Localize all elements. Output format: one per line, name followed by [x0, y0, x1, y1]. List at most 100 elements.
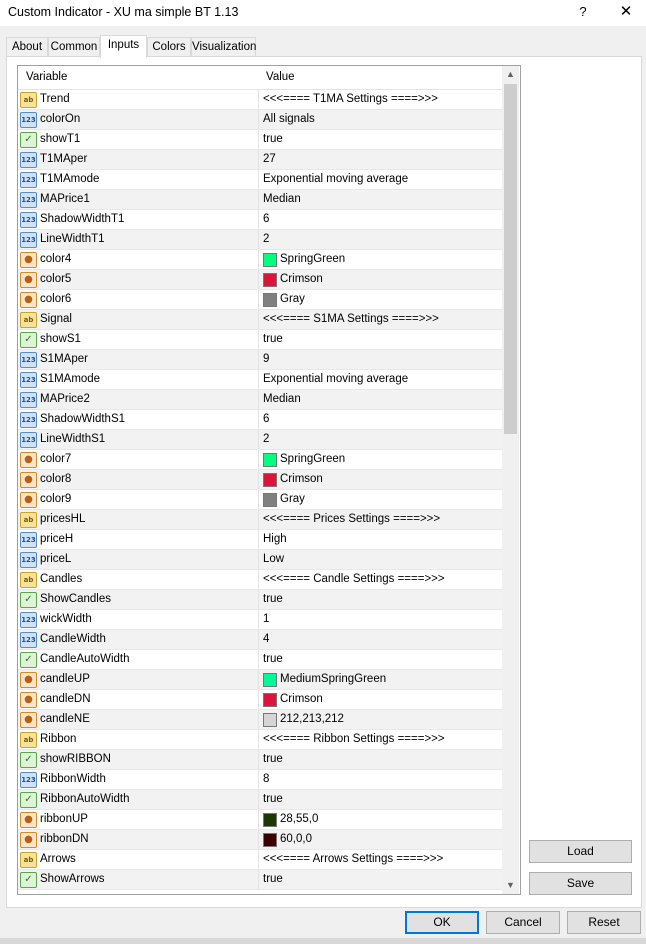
variable-value[interactable]: 2: [263, 433, 269, 445]
input-row[interactable]: ● ribbonUP 28,55,0: [18, 810, 502, 830]
tab-visualization[interactable]: Visualization: [191, 37, 256, 57]
tab-common[interactable]: Common: [48, 37, 100, 57]
variable-value[interactable]: true: [263, 593, 283, 605]
variable-value[interactable]: All signals: [263, 113, 315, 125]
variable-value[interactable]: 9: [263, 353, 269, 365]
variable-value[interactable]: 60,0,0: [280, 833, 312, 845]
variable-value[interactable]: 212,213,212: [280, 713, 344, 725]
variable-value[interactable]: 8: [263, 773, 269, 785]
variable-value[interactable]: true: [263, 133, 283, 145]
ok-button[interactable]: OK: [405, 911, 479, 934]
input-row[interactable]: 123 wickWidth 1: [18, 610, 502, 630]
input-row[interactable]: 123 CandleWidth 4: [18, 630, 502, 650]
variable-value[interactable]: Low: [263, 553, 284, 565]
help-button[interactable]: ?: [572, 2, 594, 22]
variable-value[interactable]: <<<==== Arrows Settings ====>>>: [263, 853, 443, 865]
column-header-variable[interactable]: Variable: [26, 71, 67, 83]
scroll-down-arrow-icon[interactable]: ▼: [502, 877, 519, 894]
input-row[interactable]: 123 priceL Low: [18, 550, 502, 570]
variable-value[interactable]: <<<==== Candle Settings ====>>>: [263, 573, 445, 585]
input-row[interactable]: ✓ ShowCandles true: [18, 590, 502, 610]
variable-value[interactable]: <<<==== Ribbon Settings ====>>>: [263, 733, 445, 745]
input-row[interactable]: 123 priceH High: [18, 530, 502, 550]
variable-value[interactable]: true: [263, 653, 283, 665]
input-row[interactable]: ● color5 Crimson: [18, 270, 502, 290]
input-row[interactable]: ● candleUP MediumSpringGreen: [18, 670, 502, 690]
input-row[interactable]: 123 T1MAmode Exponential moving average: [18, 170, 502, 190]
load-button[interactable]: Load: [529, 840, 632, 863]
variable-value[interactable]: MediumSpringGreen: [280, 673, 386, 685]
variable-value[interactable]: High: [263, 533, 287, 545]
input-row[interactable]: ● color8 Crimson: [18, 470, 502, 490]
input-row[interactable]: ✓ showS1 true: [18, 330, 502, 350]
scroll-up-arrow-icon[interactable]: ▲: [502, 66, 519, 83]
input-row[interactable]: ● color9 Gray: [18, 490, 502, 510]
color-swatch[interactable]: [263, 473, 277, 487]
variable-value[interactable]: Median: [263, 393, 301, 405]
tab-about[interactable]: About: [6, 37, 48, 57]
input-row[interactable]: ● color4 SpringGreen: [18, 250, 502, 270]
input-row[interactable]: 123 ShadowWidthT1 6: [18, 210, 502, 230]
variable-value[interactable]: true: [263, 333, 283, 345]
input-row[interactable]: 123 MAPrice2 Median: [18, 390, 502, 410]
input-row[interactable]: 123 LineWidthT1 2: [18, 230, 502, 250]
variable-value[interactable]: Exponential moving average: [263, 173, 408, 185]
variable-value[interactable]: <<<==== Prices Settings ====>>>: [263, 513, 440, 525]
input-row[interactable]: ab Signal <<<==== S1MA Settings ====>>>: [18, 310, 502, 330]
color-swatch[interactable]: [263, 273, 277, 287]
color-swatch[interactable]: [263, 493, 277, 507]
save-button[interactable]: Save: [529, 872, 632, 895]
variable-value[interactable]: 1: [263, 613, 269, 625]
color-swatch[interactable]: [263, 713, 277, 727]
input-row[interactable]: ab Candles <<<==== Candle Settings ====>>>: [18, 570, 502, 590]
variable-value[interactable]: Crimson: [280, 693, 323, 705]
input-row[interactable]: 123 MAPrice1 Median: [18, 190, 502, 210]
close-button[interactable]: ✕: [614, 2, 638, 22]
variable-value[interactable]: Exponential moving average: [263, 373, 408, 385]
input-row[interactable]: 123 ShadowWidthS1 6: [18, 410, 502, 430]
tab-colors[interactable]: Colors: [147, 37, 191, 57]
variable-value[interactable]: Median: [263, 193, 301, 205]
variable-value[interactable]: true: [263, 793, 283, 805]
input-row[interactable]: ✓ RibbonAutoWidth true: [18, 790, 502, 810]
input-row[interactable]: 123 S1MAmode Exponential moving average: [18, 370, 502, 390]
variable-value[interactable]: 2: [263, 233, 269, 245]
input-row[interactable]: ● candleNE 212,213,212: [18, 710, 502, 730]
color-swatch[interactable]: [263, 693, 277, 707]
variable-value[interactable]: Crimson: [280, 473, 323, 485]
variable-value[interactable]: true: [263, 753, 283, 765]
input-row[interactable]: ab Trend <<<==== T1MA Settings ====>>>: [18, 90, 502, 110]
input-row[interactable]: 123 T1MAper 27: [18, 150, 502, 170]
input-row[interactable]: ab Ribbon <<<==== Ribbon Settings ====>>>: [18, 730, 502, 750]
color-swatch[interactable]: [263, 253, 277, 267]
input-row[interactable]: ● color6 Gray: [18, 290, 502, 310]
column-header-value[interactable]: Value: [266, 71, 295, 83]
color-swatch[interactable]: [263, 453, 277, 467]
cancel-button[interactable]: Cancel: [486, 911, 560, 934]
variable-value[interactable]: 4: [263, 633, 269, 645]
input-row[interactable]: ● candleDN Crimson: [18, 690, 502, 710]
color-swatch[interactable]: [263, 673, 277, 687]
tab-inputs[interactable]: Inputs: [100, 35, 147, 58]
input-row[interactable]: 123 RibbonWidth 8: [18, 770, 502, 790]
color-swatch[interactable]: [263, 293, 277, 307]
input-row[interactable]: ✓ ShowArrows true: [18, 870, 502, 890]
input-row[interactable]: 123 LineWidthS1 2: [18, 430, 502, 450]
input-row[interactable]: ab pricesHL <<<==== Prices Settings ====>>…: [18, 510, 502, 530]
input-row[interactable]: ✓ showT1 true: [18, 130, 502, 150]
color-swatch[interactable]: [263, 813, 277, 827]
scroll-thumb[interactable]: [504, 84, 517, 434]
input-row[interactable]: 123 S1MAper 9: [18, 350, 502, 370]
variable-value[interactable]: Crimson: [280, 273, 323, 285]
variable-value[interactable]: Gray: [280, 293, 305, 305]
variable-value[interactable]: Gray: [280, 493, 305, 505]
variable-value[interactable]: 6: [263, 213, 269, 225]
reset-button[interactable]: Reset: [567, 911, 641, 934]
input-row[interactable]: ✓ CandleAutoWidth true: [18, 650, 502, 670]
variable-value[interactable]: <<<==== S1MA Settings ====>>>: [263, 313, 439, 325]
variable-value[interactable]: 28,55,0: [280, 813, 318, 825]
variable-value[interactable]: true: [263, 873, 283, 885]
variable-value[interactable]: 6: [263, 413, 269, 425]
input-row[interactable]: ● color7 SpringGreen: [18, 450, 502, 470]
vertical-scrollbar[interactable]: ▲ ▼: [502, 66, 519, 894]
